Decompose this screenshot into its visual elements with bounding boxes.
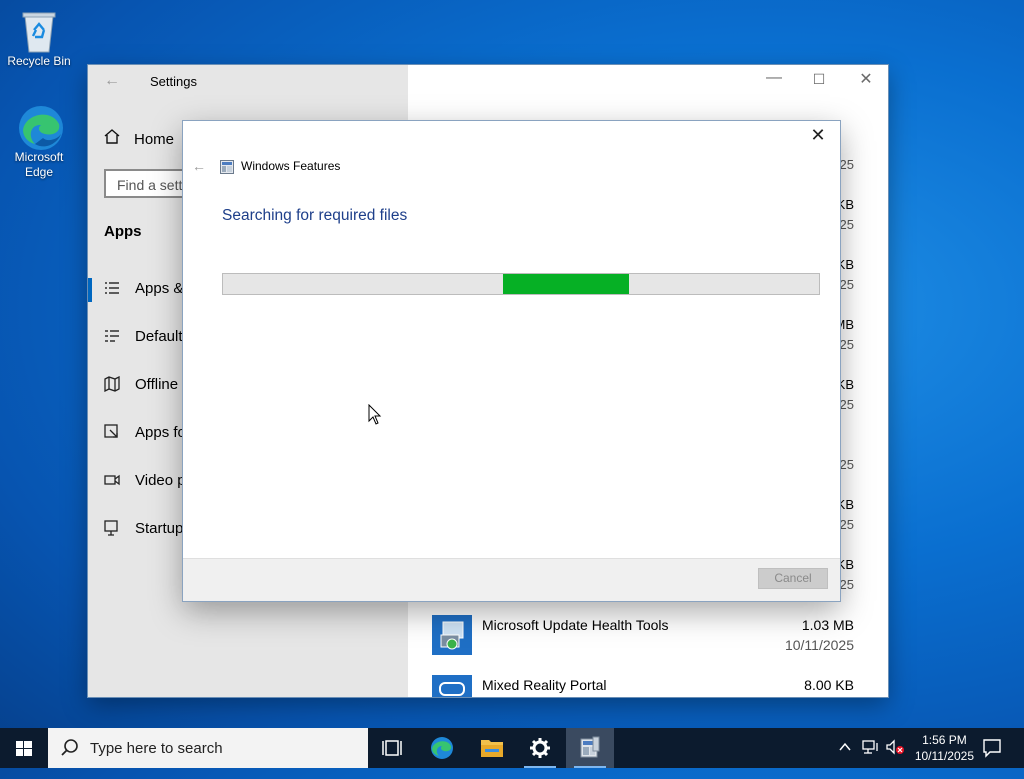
nav-label: Video p <box>135 472 186 489</box>
cancel-button[interactable]: Cancel <box>758 568 828 589</box>
back-arrow-icon[interactable]: ← <box>104 72 120 90</box>
clock-date: 10/11/2025 <box>914 749 974 763</box>
edge-icon <box>431 737 453 759</box>
windows-features-dialog: ✕ ← Windows Features Searching for requi… <box>183 121 840 601</box>
windows-features-icon <box>580 736 600 758</box>
show-hidden-icons-button[interactable] <box>838 739 852 779</box>
nav-home-label: Home <box>134 131 175 148</box>
minimize-button[interactable]: — <box>759 69 789 87</box>
window-title: Settings <box>150 74 197 89</box>
nav-label: Apps & <box>135 280 184 297</box>
nav-label: Apps fo <box>135 424 186 441</box>
edge-icon <box>17 104 63 150</box>
taskbar-settings[interactable] <box>516 728 564 768</box>
notification-icon <box>982 739 1002 761</box>
task-view-icon <box>382 740 402 756</box>
app-date: 25 <box>839 397 854 412</box>
taskbar-windows-features[interactable] <box>566 728 614 768</box>
desktop-icon-label: Recycle Bin <box>7 54 71 68</box>
app-date: 25 <box>839 337 854 352</box>
app-date: 25 <box>839 217 854 232</box>
taskbar-search-input[interactable] <box>88 739 352 758</box>
maximize-button[interactable]: ☐ <box>804 71 834 88</box>
close-button[interactable]: ✕ <box>851 69 881 89</box>
desktop-icon-label: Microsoft Edge <box>14 150 64 179</box>
app-size: 8.00 KB <box>804 677 854 693</box>
windows-logo-icon <box>16 741 32 756</box>
clock-time: 1:56 PM <box>922 733 967 747</box>
app-date: 25 <box>839 457 854 472</box>
windows-features-icon <box>220 160 234 174</box>
folder-icon <box>481 740 503 757</box>
recycle-bin-icon <box>17 8 61 53</box>
start-button[interactable] <box>0 728 48 768</box>
section-title: Apps <box>104 223 142 240</box>
app-date: 25 <box>839 157 854 172</box>
apps-features-icon <box>104 280 122 298</box>
back-arrow-icon[interactable]: ← <box>192 158 206 174</box>
gear-icon <box>530 738 550 758</box>
dialog-footer: Cancel <box>183 558 840 601</box>
video-playback-icon <box>104 472 122 490</box>
app-list-item[interactable]: Microsoft Update Health Tools 1.03 MB 10… <box>432 615 854 663</box>
app-name: Microsoft Update Health Tools <box>482 617 669 633</box>
notifications-button[interactable] <box>982 738 1002 778</box>
startup-icon <box>104 520 122 538</box>
mixed-reality-icon <box>432 675 472 697</box>
nav-label: Default <box>135 328 183 345</box>
taskbar-search[interactable] <box>48 728 368 768</box>
desktop-icon-edge[interactable]: Microsoft Edge <box>1 104 77 180</box>
progress-bar-fill <box>502 274 630 294</box>
progress-bar <box>222 273 820 295</box>
volume-muted-icon[interactable] <box>886 739 906 779</box>
nav-home[interactable]: Home <box>104 129 174 148</box>
app-list-item[interactable]: Mixed Reality Portal 8.00 KB <box>432 675 854 697</box>
app-date: 25 <box>839 517 854 532</box>
desktop-icon-recycle-bin[interactable]: Recycle Bin <box>1 8 77 69</box>
taskbar-file-explorer[interactable] <box>468 728 516 768</box>
network-icon[interactable] <box>862 739 880 779</box>
taskbar-edge[interactable] <box>418 728 466 768</box>
app-date: 10/11/2025 <box>784 637 854 653</box>
installer-icon <box>432 615 472 655</box>
app-size: 1.03 MB <box>801 617 854 633</box>
taskbar: 1:56 PM 10/11/2025 <box>0 728 1024 768</box>
default-apps-icon <box>104 328 122 346</box>
app-name: Mixed Reality Portal <box>482 677 607 693</box>
nav-label: Startup <box>135 520 184 537</box>
search-icon <box>60 738 80 763</box>
dialog-close-button[interactable]: ✕ <box>804 125 832 146</box>
home-icon <box>104 129 122 148</box>
mouse-cursor-icon <box>368 403 382 431</box>
chevron-up-icon <box>838 742 852 758</box>
offline-maps-icon <box>104 375 122 394</box>
apps-for-websites-icon <box>104 424 122 442</box>
task-view-button[interactable] <box>368 728 416 768</box>
app-date: 25 <box>839 577 854 592</box>
nav-label: Offline <box>135 376 179 393</box>
app-date: 25 <box>839 277 854 292</box>
system-clock[interactable]: 1:56 PM 10/11/2025 <box>915 732 974 764</box>
dialog-title: Windows Features <box>241 159 341 173</box>
status-text: Searching for required files <box>222 207 408 224</box>
